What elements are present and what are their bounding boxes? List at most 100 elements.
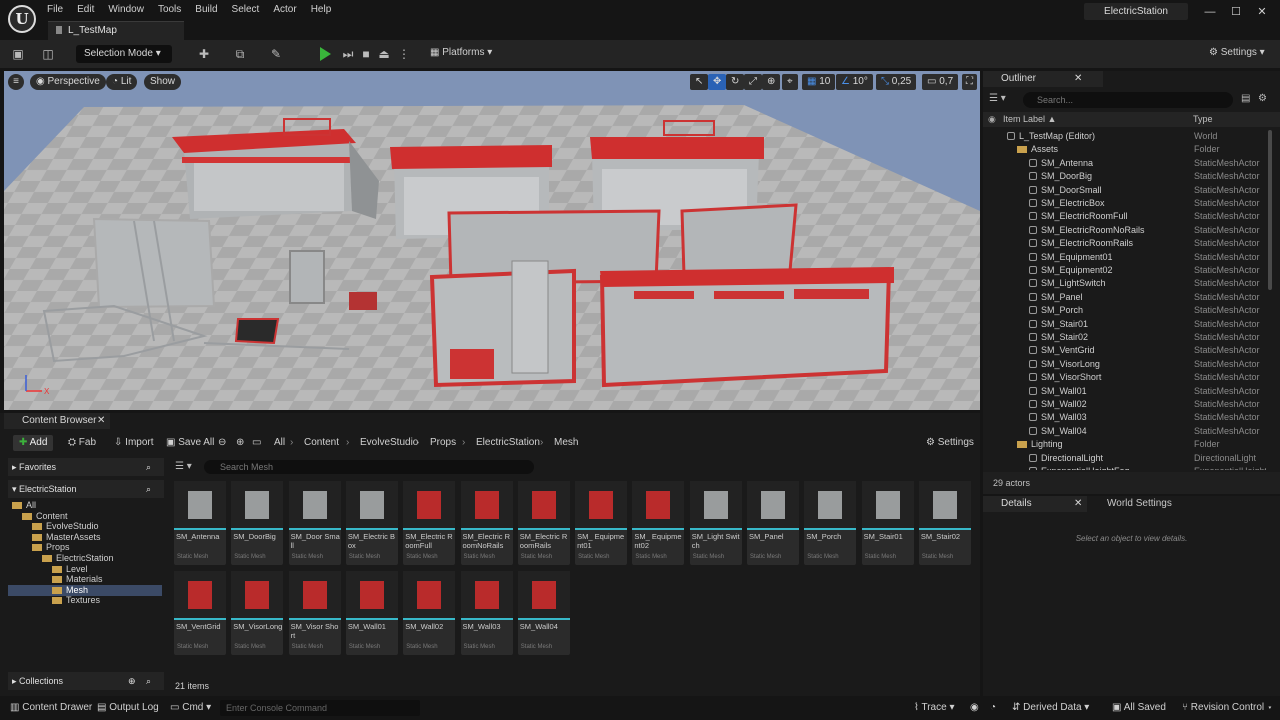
menu-file[interactable]: File bbox=[40, 3, 70, 17]
outliner-row[interactable]: SM_DoorSmall StaticMeshActor bbox=[983, 184, 1266, 197]
all-saved-button[interactable]: ▣ All Saved bbox=[1112, 702, 1166, 713]
add-actor-icon[interactable]: ✚ bbox=[196, 46, 212, 62]
menu-actor[interactable]: Actor bbox=[266, 3, 303, 17]
project-search-icon[interactable]: ⌕ bbox=[146, 480, 151, 498]
show-button[interactable]: Show bbox=[144, 74, 182, 90]
close-cb-icon[interactable]: ✕ bbox=[97, 413, 105, 429]
filter-icon[interactable]: ☰ ▾ bbox=[989, 93, 1021, 107]
menu-edit[interactable]: Edit bbox=[70, 3, 101, 17]
breadcrumb-item[interactable]: Content bbox=[304, 437, 339, 448]
outliner-row[interactable]: ExponentialHeightFog ExponentialHeightFog bbox=[983, 465, 1266, 470]
cinematics-icon[interactable]: ✎ bbox=[268, 46, 284, 62]
map-tab[interactable]: L_TestMap bbox=[48, 21, 184, 40]
asset-tile[interactable]: SM_DoorBig Static Mesh bbox=[231, 481, 284, 565]
derived-data-button[interactable]: ⇵ Derived Data ▾ bbox=[1012, 702, 1089, 713]
favorites-header[interactable]: ▸ Favorites ⌕ bbox=[8, 458, 164, 476]
surface-snap-icon[interactable]: ⌖ bbox=[782, 74, 798, 90]
asset-tile[interactable]: SM_Antenna Static Mesh bbox=[174, 481, 226, 565]
maximize-icon[interactable]: ☐ bbox=[1226, 2, 1246, 22]
menu-window[interactable]: Window bbox=[101, 3, 151, 17]
outliner-row[interactable]: SM_ElectricRoomFull StaticMeshActor bbox=[983, 210, 1266, 223]
col-type[interactable]: Type bbox=[1193, 112, 1213, 127]
cmd-dropdown[interactable]: ▭ Cmd ▾ bbox=[170, 702, 211, 713]
outliner-row[interactable]: SM_Porch StaticMeshActor bbox=[983, 304, 1266, 317]
outliner-row[interactable]: SM_Wall03 StaticMeshActor bbox=[983, 411, 1266, 424]
asset-tile[interactable]: SM_Stair02 Static Mesh bbox=[918, 481, 971, 565]
world-space-icon[interactable]: ⊕ bbox=[762, 74, 781, 90]
scale-tool-icon[interactable]: ⤢ bbox=[744, 74, 762, 90]
asset-tile[interactable]: SM_Light Switch Static Mesh bbox=[689, 481, 742, 565]
folder-tree-item[interactable]: MasterAssets bbox=[8, 532, 162, 543]
outliner-settings-icon[interactable]: ⚙ bbox=[1258, 93, 1267, 104]
asset-tile[interactable]: SM_VisorLong Static Mesh bbox=[231, 571, 284, 655]
menu-select[interactable]: Select bbox=[225, 3, 267, 17]
output-log-button[interactable]: ▤ Output Log bbox=[97, 702, 159, 713]
folder-tree-item[interactable]: Level bbox=[8, 564, 162, 575]
lit-button[interactable]: ◔ Lit bbox=[106, 74, 138, 90]
history-back-icon[interactable]: ⊖ bbox=[218, 437, 226, 448]
level-viewport[interactable]: X ≡ ◉ Perspective ◔ Lit Show ↖ ✥ ↻ ⤢ ⊕ ⌖… bbox=[4, 71, 980, 410]
console-input[interactable]: Enter Console Command bbox=[220, 700, 420, 716]
breadcrumb-item[interactable]: Mesh bbox=[554, 437, 578, 448]
asset-search-input[interactable]: Search Mesh bbox=[204, 460, 534, 474]
outliner-scrollbar[interactable] bbox=[1268, 130, 1272, 290]
asset-tile[interactable]: SM_ Equipment01 Static Mesh bbox=[575, 481, 628, 565]
camera-speed-button[interactable]: ▭ 0,7 bbox=[922, 74, 959, 90]
outliner-row[interactable]: L_TestMap (Editor) World bbox=[983, 130, 1266, 143]
outliner-tab[interactable]: Outliner ✕ bbox=[983, 71, 1103, 87]
content-drawer-button[interactable]: ▥ Content Drawer bbox=[10, 702, 92, 713]
breadcrumb-item[interactable]: All bbox=[274, 437, 285, 448]
collections-header[interactable]: ▸ Collections ⊕ ⌕ bbox=[8, 672, 164, 690]
selection-mode-dropdown[interactable]: Selection Mode ▾ bbox=[76, 45, 172, 63]
asset-tile[interactable]: SM_Wall02 Static Mesh bbox=[403, 571, 456, 655]
outliner-row[interactable]: SM_VisorShort StaticMeshActor bbox=[983, 371, 1266, 384]
collections-search-icon[interactable]: ⌕ bbox=[146, 672, 151, 690]
asset-tile[interactable]: SM_VentGrid Static Mesh bbox=[174, 571, 226, 655]
trace-button[interactable]: ⌇ Trace ▾ bbox=[914, 702, 955, 713]
asset-tile[interactable]: SM_Wall04 Static Mesh bbox=[517, 571, 570, 655]
breadcrumb-item[interactable]: EvolveStudio bbox=[360, 437, 418, 448]
minimize-icon[interactable]: — bbox=[1200, 2, 1220, 22]
rotate-tool-icon[interactable]: ↻ bbox=[726, 74, 745, 90]
outliner-row[interactable]: Assets Folder bbox=[983, 143, 1266, 156]
settings-button[interactable]: ⚙ Settings ▾ bbox=[1209, 47, 1265, 58]
asset-tile[interactable]: SM_Electric RoomNoRails Static Mesh bbox=[460, 481, 513, 565]
maximize-viewport-icon[interactable]: ⛶ bbox=[962, 74, 977, 90]
outliner-row[interactable]: SM_ElectricBox StaticMeshActor bbox=[983, 197, 1266, 210]
breadcrumb-item[interactable]: Props bbox=[430, 437, 456, 448]
close-tab-icon[interactable]: ✕ bbox=[1074, 71, 1082, 87]
outliner-row[interactable]: SM_LightSwitch StaticMeshActor bbox=[983, 277, 1266, 290]
eject-icon[interactable]: ⏏ bbox=[376, 46, 392, 62]
scale-snap-button[interactable]: ⤡ 0,25 bbox=[876, 74, 917, 90]
close-icon[interactable]: ✕ bbox=[1252, 2, 1272, 22]
unreal-logo-icon[interactable]: U bbox=[8, 5, 36, 33]
blueprint-icon[interactable]: ⧉ bbox=[232, 46, 248, 62]
move-tool-icon[interactable]: ✥ bbox=[708, 74, 727, 90]
history-forward-icon[interactable]: ⊕ bbox=[236, 437, 244, 448]
details-tab[interactable]: Details ✕ bbox=[983, 496, 1087, 512]
outliner-row[interactable]: SM_Stair02 StaticMeshActor bbox=[983, 331, 1266, 344]
col-item-label[interactable]: Item Label ▲ bbox=[1003, 112, 1056, 127]
add-collection-icon[interactable]: ⊕ bbox=[128, 672, 136, 690]
menu-help[interactable]: Help bbox=[304, 3, 339, 17]
outliner-row[interactable]: SM_ElectricRoomRails StaticMeshActor bbox=[983, 237, 1266, 250]
asset-tile[interactable]: SM_Panel Static Mesh bbox=[747, 481, 799, 565]
outliner-search-input[interactable]: Search... bbox=[1023, 92, 1233, 108]
save-all-button[interactable]: ▣ Save All bbox=[166, 437, 214, 448]
project-header[interactable]: ▾ ElectricStation ⌕ bbox=[8, 480, 164, 498]
asset-tile[interactable]: SM_Electric Box Static Mesh bbox=[345, 481, 398, 565]
record-icon[interactable]: ◉ bbox=[970, 702, 979, 713]
outliner-row[interactable]: SM_ElectricRoomNoRails StaticMeshActor bbox=[983, 224, 1266, 237]
browse-icon[interactable]: ◫ bbox=[40, 46, 56, 62]
snapshot-icon[interactable]: ◔ bbox=[990, 702, 996, 713]
outliner-row[interactable]: DirectionalLight DirectionalLight bbox=[983, 452, 1266, 465]
outliner-row[interactable]: SM_Wall02 StaticMeshActor bbox=[983, 398, 1266, 411]
menu-tools[interactable]: Tools bbox=[151, 3, 188, 17]
asset-tile[interactable]: SM_Stair01 Static Mesh bbox=[861, 481, 914, 565]
favorites-search-icon[interactable]: ⌕ bbox=[146, 458, 151, 476]
cb-settings-button[interactable]: ⚙ Settings bbox=[926, 437, 974, 448]
outliner-row[interactable]: SM_Stair01 StaticMeshActor bbox=[983, 318, 1266, 331]
folder-tree-item[interactable]: EvolveStudio bbox=[8, 521, 162, 532]
more-options-icon[interactable]: ⋮ bbox=[396, 46, 412, 62]
menu-build[interactable]: Build bbox=[188, 3, 224, 17]
